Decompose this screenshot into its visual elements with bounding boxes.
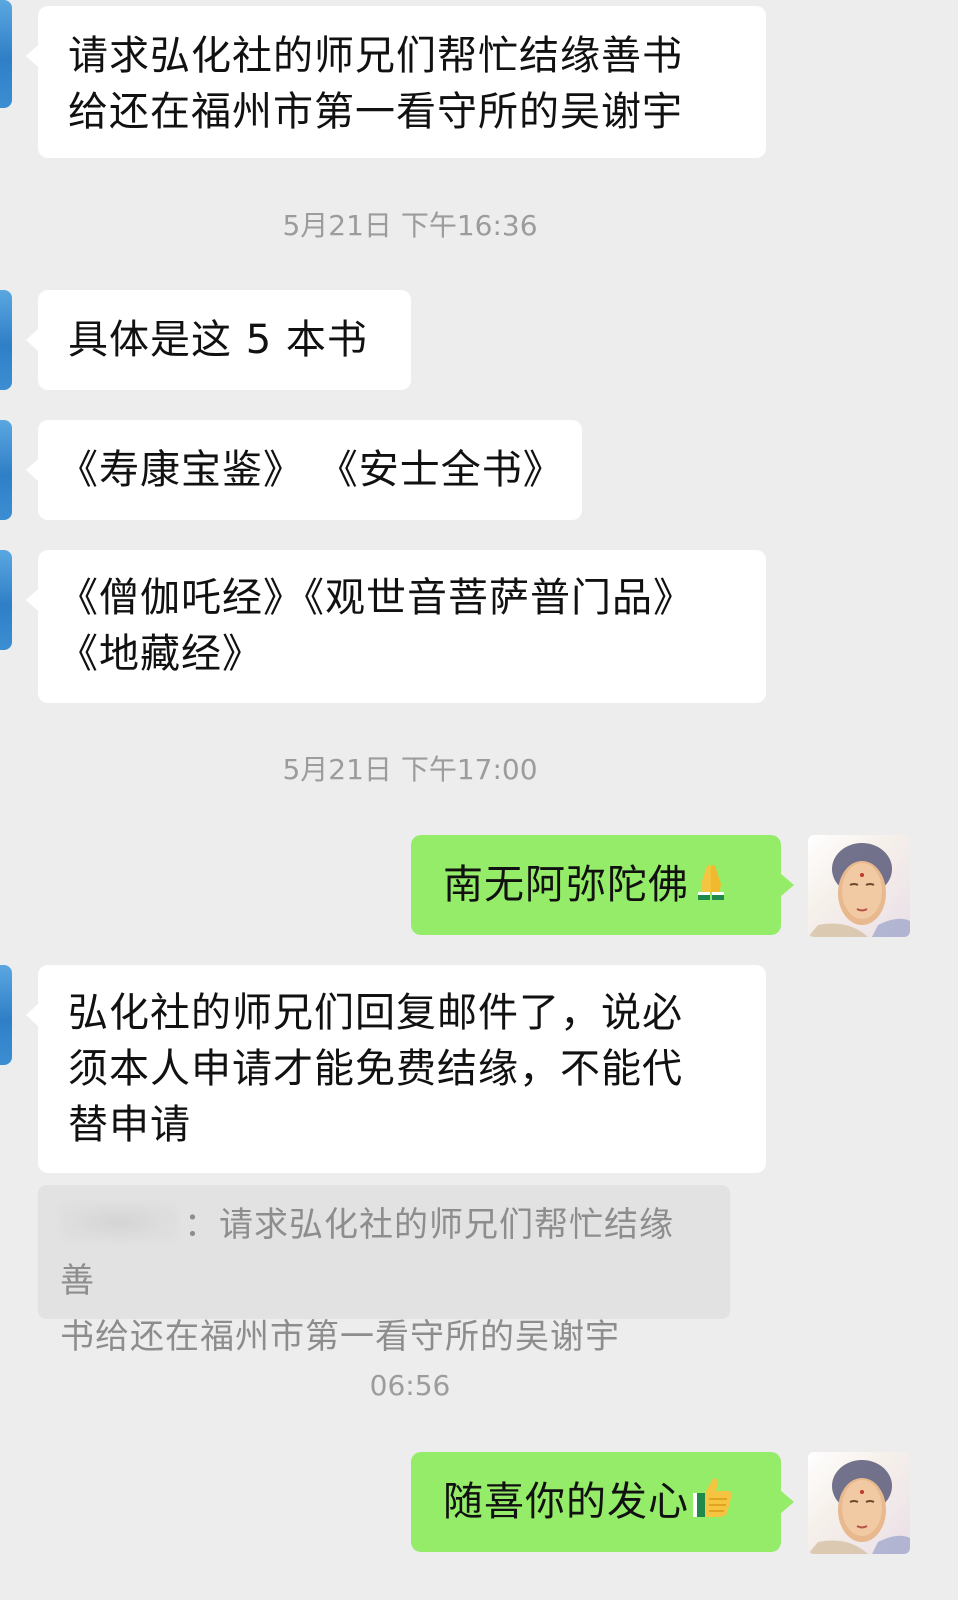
message-bubble[interactable]: 请求弘化社的师兄们帮忙结缘善书 给还在福州市第一看守所的吴谢宇 (26, 6, 766, 158)
message-text: 具体是这 5 本书 (68, 317, 368, 363)
quoted-message[interactable]: ：请求弘化社的师兄们帮忙结缘善 书给还在福州市第一看守所的吴谢宇 (38, 1185, 730, 1357)
buddha-avatar[interactable] (808, 835, 910, 937)
timestamp: 06:56 (369, 1369, 451, 1402)
message-bubble[interactable]: 弘化社的师兄们回复邮件了，说必 须本人申请才能免费结缘，不能代 替申请 (26, 965, 766, 1173)
message-bubble[interactable]: 随喜你的发心 (411, 1452, 794, 1552)
contact-avatar[interactable] (0, 965, 12, 1065)
contact-avatar[interactable] (0, 0, 12, 108)
contact-avatar[interactable] (0, 290, 12, 390)
message-text: 弘化社的师兄们回复邮件了，说必 须本人申请才能免费结缘，不能代 替申请 (68, 990, 683, 1148)
thumbs-up-icon (689, 1475, 735, 1534)
message-text: 请求弘化社的师兄们帮忙结缘善书 给还在福州市第一看守所的吴谢宇 (68, 33, 683, 135)
message-text: 随喜你的发心 (443, 1479, 689, 1525)
quoted-sender-name (60, 1202, 178, 1242)
contact-avatar[interactable] (0, 420, 12, 520)
message-text: 《僧伽吒经》《观世音菩萨普门品》 《地藏经》 (58, 575, 694, 677)
message-bubble[interactable]: 南无阿弥陀佛 (411, 835, 794, 935)
contact-avatar[interactable] (0, 550, 12, 650)
folded-hands-icon (689, 858, 733, 917)
message-bubble[interactable]: 《寿康宝鉴》 《安士全书》 (26, 420, 582, 520)
message-text: 南无阿弥陀佛 (443, 862, 689, 908)
message-bubble[interactable]: 具体是这 5 本书 (26, 290, 411, 390)
buddha-avatar[interactable] (808, 1452, 910, 1554)
timestamp: 5月21日 下午16:36 (282, 209, 538, 242)
message-bubble[interactable]: 《僧伽吒经》《观世音菩萨普门品》 《地藏经》 (26, 550, 766, 703)
message-text: 《寿康宝鉴》 《安士全书》 (58, 447, 564, 493)
timestamp: 5月21日 下午17:00 (282, 753, 538, 786)
